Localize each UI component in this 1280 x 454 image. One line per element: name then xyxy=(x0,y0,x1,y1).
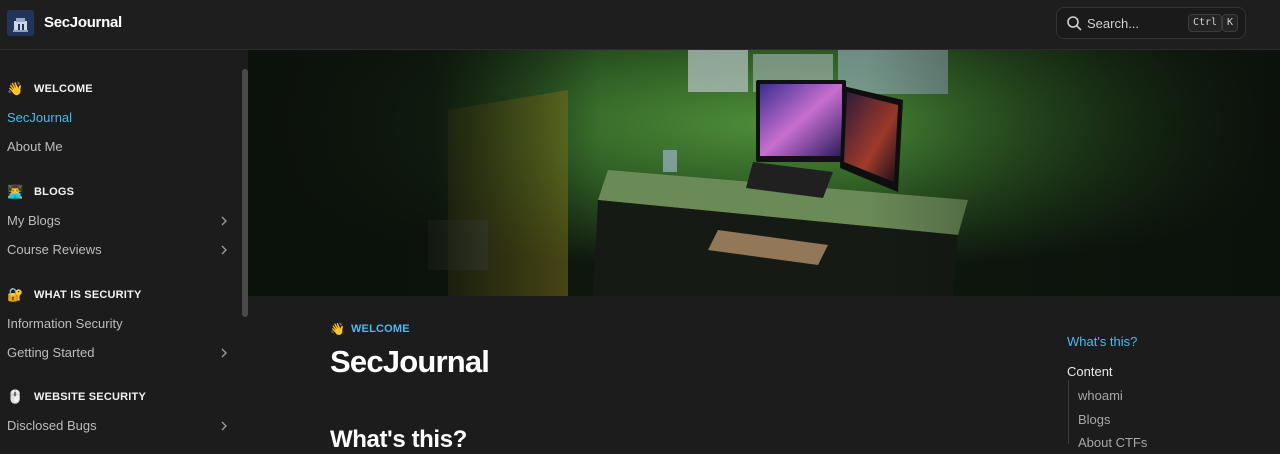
chevron-right-icon[interactable] xyxy=(219,245,229,255)
sidebar-item-about-me[interactable]: About Me xyxy=(7,136,229,158)
sidebar-section-label: WEBSITE SECURITY xyxy=(34,391,146,403)
breadcrumb: 👋 WELCOME xyxy=(330,322,410,336)
site-logo[interactable] xyxy=(7,10,34,36)
toc-divider xyxy=(1068,380,1069,444)
toc-item-whoami[interactable]: whoami xyxy=(1078,388,1123,403)
search-icon xyxy=(1066,15,1082,31)
sidebar-section-label: BLOGS xyxy=(34,186,75,198)
search-label: Search... xyxy=(1087,16,1140,31)
sidebar-item-label: Course Reviews xyxy=(7,242,102,257)
sidebar-item-my-blogs[interactable]: My Blogs xyxy=(7,210,229,232)
mouse-icon: 🖱️ xyxy=(7,389,24,404)
chevron-right-icon[interactable] xyxy=(219,216,229,226)
shortcut-k-key: K xyxy=(1222,14,1239,32)
sidebar-section-label: WELCOME xyxy=(34,83,93,95)
toc-item-blogs[interactable]: Blogs xyxy=(1078,412,1111,427)
chevron-right-icon[interactable] xyxy=(219,348,229,358)
top-bar: SecJournal Search... Ctrl K xyxy=(0,0,1280,50)
page-title: SecJournal xyxy=(330,344,490,379)
sidebar-item-label: My Blogs xyxy=(7,213,61,228)
section-heading: What's this? xyxy=(330,426,467,453)
toc-heading[interactable]: Content xyxy=(1067,364,1113,379)
technologist-icon: 👨‍💻 xyxy=(7,184,24,199)
wave-icon: 👋 xyxy=(330,322,345,336)
sidebar-item-disclosed-bugs[interactable]: Disclosed Bugs xyxy=(7,415,229,437)
sidebar-item-label: Getting Started xyxy=(7,345,95,360)
site-title[interactable]: SecJournal xyxy=(44,14,122,31)
wave-icon: 👋 xyxy=(7,81,24,96)
toc-item-about-ctfs[interactable]: About CTFs xyxy=(1078,435,1147,450)
sidebar-item-secjournal[interactable]: SecJournal xyxy=(7,107,229,129)
sidebar-section-blogs: 👨‍💻 BLOGS xyxy=(7,182,74,202)
sidebar-item-label: Disclosed Bugs xyxy=(7,418,97,433)
search-button[interactable]: Search... Ctrl K xyxy=(1056,7,1246,39)
hero-cover-image xyxy=(248,50,1280,296)
shortcut-ctrl-key: Ctrl xyxy=(1188,14,1223,32)
toc-link-whats-this[interactable]: What's this? xyxy=(1067,334,1137,349)
sidebar-section-label: WHAT IS SECURITY xyxy=(34,289,142,301)
sidebar-item-course-reviews[interactable]: Course Reviews xyxy=(7,239,229,261)
main-content: 👋 WELCOME SecJournal What's this? What's… xyxy=(248,296,1280,453)
chevron-right-icon[interactable] xyxy=(219,421,229,431)
sidebar-section-welcome: 👋 WELCOME xyxy=(7,79,93,99)
breadcrumb-label[interactable]: WELCOME xyxy=(351,323,410,335)
sidebar-item-getting-started[interactable]: Getting Started xyxy=(7,342,229,364)
lock-icon: 🔐 xyxy=(7,287,24,302)
sidebar-section-website-security: 🖱️ WEBSITE SECURITY xyxy=(7,387,146,407)
sidebar: 👋 WELCOME SecJournal About Me 👨‍💻 BLOGS … xyxy=(0,51,248,444)
sidebar-item-information-security[interactable]: Information Security xyxy=(7,313,229,335)
sidebar-section-what-is-security: 🔐 WHAT IS SECURITY xyxy=(7,285,142,305)
